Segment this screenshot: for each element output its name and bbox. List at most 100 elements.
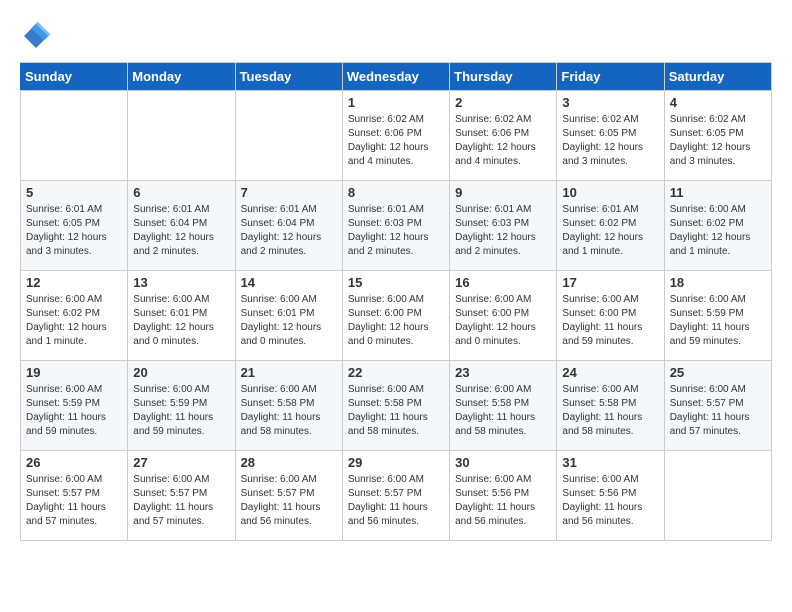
day-number: 2 <box>455 95 551 110</box>
day-number: 7 <box>241 185 337 200</box>
day-number: 21 <box>241 365 337 380</box>
day-number: 4 <box>670 95 766 110</box>
day-number: 1 <box>348 95 444 110</box>
day-info: Sunrise: 6:00 AM Sunset: 5:57 PM Dayligh… <box>348 473 444 529</box>
col-header-friday: Friday <box>557 63 664 91</box>
calendar-table: SundayMondayTuesdayWednesdayThursdayFrid… <box>20 62 772 541</box>
day-info: Sunrise: 6:00 AM Sunset: 6:00 PM Dayligh… <box>348 293 444 349</box>
day-number: 10 <box>562 185 658 200</box>
calendar-cell <box>128 91 235 181</box>
day-number: 17 <box>562 275 658 290</box>
day-number: 3 <box>562 95 658 110</box>
day-number: 15 <box>348 275 444 290</box>
calendar-cell <box>21 91 128 181</box>
day-number: 22 <box>348 365 444 380</box>
day-info: Sunrise: 6:00 AM Sunset: 6:02 PM Dayligh… <box>26 293 122 349</box>
day-number: 25 <box>670 365 766 380</box>
calendar-cell: 13 Sunrise: 6:00 AM Sunset: 6:01 PM Dayli… <box>128 271 235 361</box>
day-info: Sunrise: 6:00 AM Sunset: 5:56 PM Dayligh… <box>455 473 551 529</box>
day-number: 26 <box>26 455 122 470</box>
calendar-cell: 29Sunrise: 6:00 AM Sunset: 5:57 PM Dayli… <box>342 451 449 541</box>
calendar-cell: 7 Sunrise: 6:01 AM Sunset: 6:04 PM Daylig… <box>235 181 342 271</box>
calendar-cell: 11 Sunrise: 6:00 AM Sunset: 6:02 PM Dayli… <box>664 181 771 271</box>
week-row-3: 12 Sunrise: 6:00 AM Sunset: 6:02 PM Dayli… <box>21 271 772 361</box>
day-info: Sunrise: 6:00 AM Sunset: 5:57 PM Dayligh… <box>670 383 766 439</box>
day-number: 11 <box>670 185 766 200</box>
calendar-cell: 24Sunrise: 6:00 AM Sunset: 5:58 PM Dayli… <box>557 361 664 451</box>
day-info: Sunrise: 6:01 AM Sunset: 6:03 PM Dayligh… <box>348 203 444 259</box>
week-row-4: 19 Sunrise: 6:00 AM Sunset: 5:59 PM Dayli… <box>21 361 772 451</box>
calendar-cell: 4 Sunrise: 6:02 AM Sunset: 6:05 PM Daylig… <box>664 91 771 181</box>
day-info: Sunrise: 6:02 AM Sunset: 6:06 PM Dayligh… <box>348 113 444 169</box>
day-info: Sunrise: 6:00 AM Sunset: 5:59 PM Dayligh… <box>670 293 766 349</box>
calendar-cell: 14 Sunrise: 6:00 AM Sunset: 6:01 PM Dayli… <box>235 271 342 361</box>
col-header-sunday: Sunday <box>21 63 128 91</box>
day-number: 23 <box>455 365 551 380</box>
day-number: 27 <box>133 455 229 470</box>
day-number: 13 <box>133 275 229 290</box>
day-info: Sunrise: 6:02 AM Sunset: 6:05 PM Dayligh… <box>670 113 766 169</box>
calendar-cell: 28 Sunrise: 6:00 AM Sunset: 5:57 PM Dayli… <box>235 451 342 541</box>
col-header-wednesday: Wednesday <box>342 63 449 91</box>
day-info: Sunrise: 6:00 AM Sunset: 6:01 PM Dayligh… <box>241 293 337 349</box>
day-number: 12 <box>26 275 122 290</box>
day-info: Sunrise: 6:00 AM Sunset: 5:58 PM Dayligh… <box>348 383 444 439</box>
week-row-2: 5Sunrise: 6:01 AM Sunset: 6:05 PM Daylig… <box>21 181 772 271</box>
day-info: Sunrise: 6:00 AM Sunset: 6:00 PM Dayligh… <box>455 293 551 349</box>
day-info: Sunrise: 6:00 AM Sunset: 6:01 PM Dayligh… <box>133 293 229 349</box>
day-number: 24 <box>562 365 658 380</box>
day-number: 14 <box>241 275 337 290</box>
calendar-cell: 12 Sunrise: 6:00 AM Sunset: 6:02 PM Dayli… <box>21 271 128 361</box>
calendar-cell: 3 Sunrise: 6:02 AM Sunset: 6:05 PM Daylig… <box>557 91 664 181</box>
col-header-tuesday: Tuesday <box>235 63 342 91</box>
col-header-saturday: Saturday <box>664 63 771 91</box>
day-info: Sunrise: 6:00 AM Sunset: 5:59 PM Dayligh… <box>133 383 229 439</box>
day-info: Sunrise: 6:00 AM Sunset: 6:00 PM Dayligh… <box>562 293 658 349</box>
calendar-cell: 25 Sunrise: 6:00 AM Sunset: 5:57 PM Dayli… <box>664 361 771 451</box>
calendar-cell: 6 Sunrise: 6:01 AM Sunset: 6:04 PM Daylig… <box>128 181 235 271</box>
calendar-cell: 20 Sunrise: 6:00 AM Sunset: 5:59 PM Dayli… <box>128 361 235 451</box>
day-info: Sunrise: 6:01 AM Sunset: 6:04 PM Dayligh… <box>241 203 337 259</box>
day-number: 28 <box>241 455 337 470</box>
day-number: 19 <box>26 365 122 380</box>
day-info: Sunrise: 6:00 AM Sunset: 6:02 PM Dayligh… <box>670 203 766 259</box>
day-number: 18 <box>670 275 766 290</box>
calendar-cell: 9 Sunrise: 6:01 AM Sunset: 6:03 PM Daylig… <box>450 181 557 271</box>
calendar-cell: 26 Sunrise: 6:00 AM Sunset: 5:57 PM Dayli… <box>21 451 128 541</box>
calendar-cell <box>235 91 342 181</box>
day-info: Sunrise: 6:00 AM Sunset: 5:57 PM Dayligh… <box>133 473 229 529</box>
week-row-1: 1 Sunrise: 6:02 AM Sunset: 6:06 PM Daylig… <box>21 91 772 181</box>
calendar-cell: 21Sunrise: 6:00 AM Sunset: 5:58 PM Dayli… <box>235 361 342 451</box>
day-number: 20 <box>133 365 229 380</box>
calendar-cell: 10 Sunrise: 6:01 AM Sunset: 6:02 PM Dayli… <box>557 181 664 271</box>
day-info: Sunrise: 6:01 AM Sunset: 6:02 PM Dayligh… <box>562 203 658 259</box>
calendar-cell: 27 Sunrise: 6:00 AM Sunset: 5:57 PM Dayli… <box>128 451 235 541</box>
day-info: Sunrise: 6:02 AM Sunset: 6:06 PM Dayligh… <box>455 113 551 169</box>
day-info: Sunrise: 6:00 AM Sunset: 5:56 PM Dayligh… <box>562 473 658 529</box>
calendar-cell: 31Sunrise: 6:00 AM Sunset: 5:56 PM Dayli… <box>557 451 664 541</box>
day-number: 9 <box>455 185 551 200</box>
calendar-cell: 2 Sunrise: 6:02 AM Sunset: 6:06 PM Daylig… <box>450 91 557 181</box>
logo-icon <box>20 20 52 52</box>
calendar-cell: 18 Sunrise: 6:00 AM Sunset: 5:59 PM Dayli… <box>664 271 771 361</box>
day-info: Sunrise: 6:00 AM Sunset: 5:57 PM Dayligh… <box>241 473 337 529</box>
calendar-cell: 30 Sunrise: 6:00 AM Sunset: 5:56 PM Dayli… <box>450 451 557 541</box>
calendar-cell: 8Sunrise: 6:01 AM Sunset: 6:03 PM Daylig… <box>342 181 449 271</box>
calendar-cell: 23 Sunrise: 6:00 AM Sunset: 5:58 PM Dayli… <box>450 361 557 451</box>
day-info: Sunrise: 6:02 AM Sunset: 6:05 PM Dayligh… <box>562 113 658 169</box>
col-header-thursday: Thursday <box>450 63 557 91</box>
day-info: Sunrise: 6:00 AM Sunset: 5:57 PM Dayligh… <box>26 473 122 529</box>
header-row: SundayMondayTuesdayWednesdayThursdayFrid… <box>21 63 772 91</box>
day-number: 5 <box>26 185 122 200</box>
day-info: Sunrise: 6:01 AM Sunset: 6:04 PM Dayligh… <box>133 203 229 259</box>
calendar-cell: 5Sunrise: 6:01 AM Sunset: 6:05 PM Daylig… <box>21 181 128 271</box>
calendar-cell: 1 Sunrise: 6:02 AM Sunset: 6:06 PM Daylig… <box>342 91 449 181</box>
day-info: Sunrise: 6:00 AM Sunset: 5:58 PM Dayligh… <box>455 383 551 439</box>
day-number: 6 <box>133 185 229 200</box>
calendar-cell: 15 Sunrise: 6:00 AM Sunset: 6:00 PM Dayli… <box>342 271 449 361</box>
day-info: Sunrise: 6:01 AM Sunset: 6:03 PM Dayligh… <box>455 203 551 259</box>
calendar-cell <box>664 451 771 541</box>
day-number: 30 <box>455 455 551 470</box>
calendar-cell: 22 Sunrise: 6:00 AM Sunset: 5:58 PM Dayli… <box>342 361 449 451</box>
logo <box>20 20 56 52</box>
